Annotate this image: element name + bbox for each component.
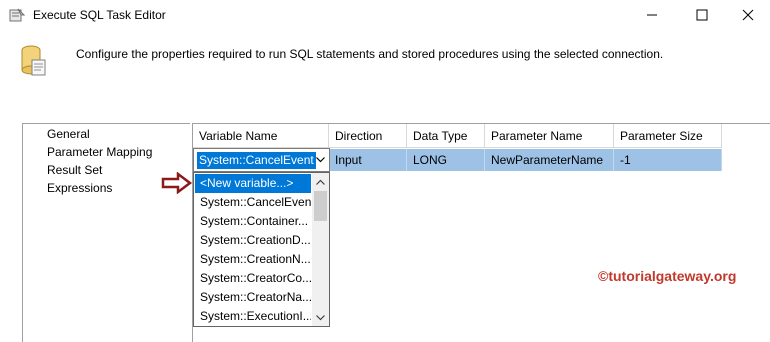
header-description: Configure the properties required to run… bbox=[76, 47, 664, 61]
cell-data-type[interactable]: LONG bbox=[407, 149, 485, 171]
variable-dropdown-list: <New variable...> System::CancelEvent Sy… bbox=[193, 172, 330, 327]
nav-panel: General Parameter Mapping Result Set Exp… bbox=[22, 123, 190, 342]
nav-item-general[interactable]: General bbox=[47, 126, 90, 143]
close-icon bbox=[742, 9, 754, 21]
list-item[interactable]: System::CreationN... bbox=[195, 250, 311, 269]
list-item[interactable]: System::ExecutionI... bbox=[195, 307, 311, 326]
scroll-down-button[interactable] bbox=[312, 309, 329, 326]
cell-parameter-name[interactable]: NewParameterName bbox=[485, 149, 614, 171]
close-button[interactable] bbox=[726, 0, 770, 30]
minimize-button[interactable] bbox=[630, 0, 674, 30]
title-bar: Execute SQL Task Editor bbox=[0, 0, 770, 30]
list-item-new-variable[interactable]: <New variable...> bbox=[195, 174, 311, 193]
maximize-button[interactable] bbox=[680, 0, 724, 30]
database-scroll-icon bbox=[20, 44, 48, 78]
app-icon bbox=[9, 8, 26, 22]
variable-name-value: System::CancelEvent bbox=[197, 152, 316, 169]
watermark-text: ©tutorialgateway.org bbox=[598, 268, 737, 284]
chevron-up-icon bbox=[316, 179, 325, 185]
chevron-down-icon bbox=[316, 314, 325, 320]
combo-dropdown-button[interactable] bbox=[312, 149, 329, 171]
scroll-up-button[interactable] bbox=[312, 173, 329, 190]
column-header-direction[interactable]: Direction bbox=[329, 124, 407, 148]
minimize-icon bbox=[647, 14, 657, 16]
scrollbar-thumb[interactable] bbox=[314, 191, 327, 221]
nav-item-result-set[interactable]: Result Set bbox=[47, 162, 102, 179]
maximize-icon bbox=[696, 9, 708, 21]
nav-item-parameter-mapping[interactable]: Parameter Mapping bbox=[47, 144, 152, 161]
window-title: Execute SQL Task Editor bbox=[33, 8, 166, 22]
callout-arrow-icon bbox=[161, 172, 193, 194]
nav-item-expressions[interactable]: Expressions bbox=[47, 180, 112, 197]
cell-direction[interactable]: Input bbox=[329, 149, 407, 171]
list-item[interactable]: System::CreationD... bbox=[195, 231, 311, 250]
cell-parameter-size[interactable]: -1 bbox=[614, 149, 722, 171]
dropdown-scrollbar[interactable] bbox=[312, 173, 329, 326]
column-header-parameter-name[interactable]: Parameter Name bbox=[485, 124, 614, 148]
variable-name-combo[interactable]: System::CancelEvent bbox=[193, 148, 330, 172]
column-header-variable-name[interactable]: Variable Name bbox=[193, 124, 329, 148]
list-item[interactable]: System::CancelEvent bbox=[195, 193, 311, 212]
column-header-parameter-size[interactable]: Parameter Size bbox=[614, 124, 722, 148]
list-item[interactable]: System::Container... bbox=[195, 212, 311, 231]
list-item[interactable]: System::CreatorCo... bbox=[195, 269, 311, 288]
list-item[interactable]: System::CreatorNa... bbox=[195, 288, 311, 307]
chevron-down-icon bbox=[316, 157, 325, 163]
column-header-data-type[interactable]: Data Type bbox=[407, 124, 485, 148]
